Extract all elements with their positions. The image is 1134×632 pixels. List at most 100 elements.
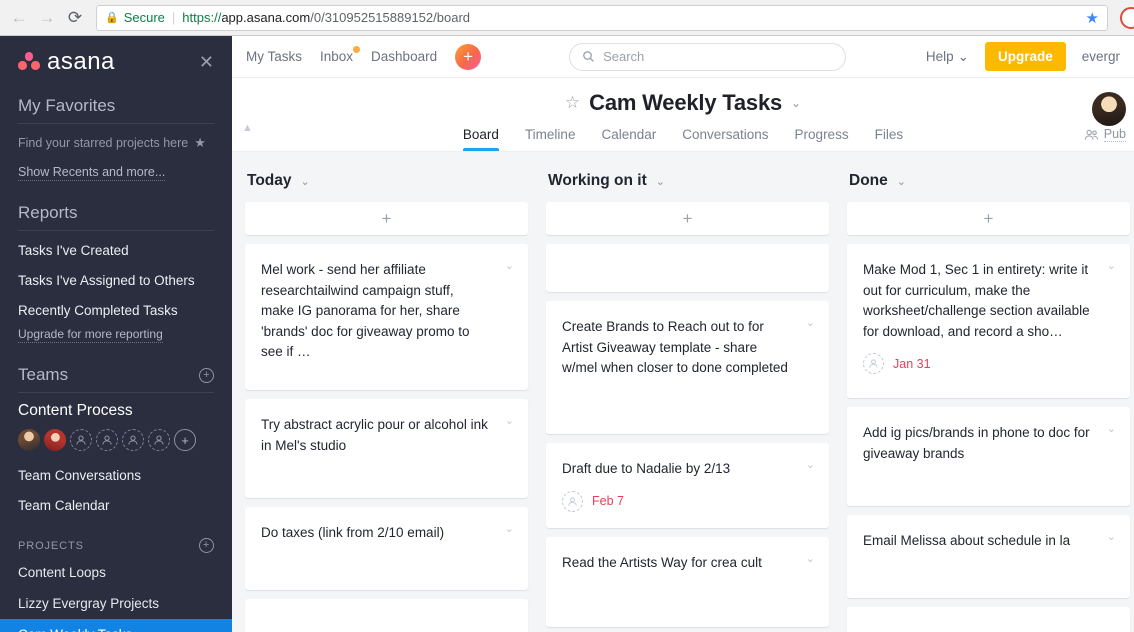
- asana-wordmark: asana: [47, 48, 115, 75]
- task-card[interactable]: Make Mod 1, Sec 1 in entirety: write it …: [847, 244, 1130, 398]
- avatar-placeholder[interactable]: [148, 429, 170, 451]
- plus-icon[interactable]: +: [199, 538, 214, 553]
- chevron-down-icon[interactable]: ⌄: [505, 261, 514, 272]
- avatar[interactable]: [18, 429, 40, 451]
- sidebar-header: asana ✕: [18, 40, 214, 84]
- sidebar-item-content-loops[interactable]: Content Loops: [0, 557, 232, 588]
- sidebar-item-lizzy-evergray-projects[interactable]: Lizzy Evergray Projects: [0, 588, 232, 619]
- assignee-avatar-placeholder[interactable]: [863, 353, 884, 374]
- task-title: Make Mod 1, Sec 1 in entirety: write it …: [863, 262, 1090, 339]
- url-host: app.asana.com: [221, 10, 311, 25]
- star-outline-icon[interactable]: ☆: [565, 93, 580, 113]
- add-task-button[interactable]: +: [847, 202, 1130, 235]
- chevron-down-icon[interactable]: ⌄: [1107, 261, 1116, 272]
- task-card[interactable]: Email Melissa about schedule in la ⌄: [847, 515, 1130, 598]
- projects-heading: PROJECTS +: [18, 538, 214, 557]
- sidebar-item-team-conversations[interactable]: Team Conversations: [18, 460, 214, 490]
- chevron-down-icon[interactable]: ⌄: [1107, 532, 1116, 543]
- task-card[interactable]: Do taxes (link from 2/10 email) ⌄: [245, 507, 528, 590]
- avatar[interactable]: [44, 429, 66, 451]
- board-column: Working on it ⌄ + Create Brands to Reach ou…: [546, 172, 829, 632]
- column-title: Done: [849, 172, 888, 189]
- favorites-hint: Find your starred projects here ★: [18, 135, 214, 151]
- tab-timeline[interactable]: Timeline: [525, 127, 576, 151]
- favorites-hint-label: Find your starred projects here: [18, 136, 189, 150]
- chevron-down-icon[interactable]: ⌄: [301, 175, 310, 188]
- sidebar-item-cam-weekly-tasks[interactable]: Cam Weekly Tasks ···: [0, 619, 232, 632]
- task-card[interactable]: Create Brands to Reach out to for Artist…: [546, 301, 829, 434]
- avatar-placeholder[interactable]: [122, 429, 144, 451]
- task-card[interactable]: [245, 599, 528, 632]
- project-label: Cam Weekly Tasks: [18, 627, 132, 632]
- quick-add-plus-icon[interactable]: +: [455, 43, 482, 70]
- chevron-down-icon[interactable]: ⌄: [505, 524, 514, 535]
- project-overflow-icon[interactable]: ···: [198, 627, 214, 632]
- upgrade-button[interactable]: Upgrade: [984, 42, 1066, 71]
- task-card[interactable]: Read the Artists Way for crea cult ⌄: [546, 536, 829, 627]
- tab-calendar[interactable]: Calendar: [601, 127, 656, 151]
- assignee-avatar-placeholder[interactable]: [562, 490, 583, 512]
- nav-my-tasks[interactable]: My Tasks: [246, 49, 302, 64]
- nav-inbox[interactable]: Inbox: [320, 46, 361, 64]
- due-date-badge[interactable]: Feb 7: [592, 494, 624, 508]
- due-date-badge[interactable]: Jan 31: [893, 357, 931, 371]
- reload-icon[interactable]: ⟳: [62, 5, 88, 31]
- chevron-down-icon[interactable]: ⌄: [791, 96, 801, 110]
- chevron-down-icon[interactable]: ⌄: [1107, 424, 1116, 435]
- tab-conversations[interactable]: Conversations: [682, 127, 768, 151]
- tab-progress[interactable]: Progress: [795, 127, 849, 151]
- task-title: Create Brands to Reach out to for Artist…: [562, 319, 788, 375]
- project-label: Lizzy Evergray Projects: [18, 596, 160, 611]
- task-card[interactable]: Add ig pics/brands in phone to doc for g…: [847, 407, 1130, 506]
- sidebar-item-tasks-assigned[interactable]: Tasks I've Assigned to Others: [18, 265, 214, 295]
- plus-icon[interactable]: +: [199, 367, 214, 383]
- omnibox-divider: |: [171, 10, 176, 25]
- tab-board[interactable]: Board: [462, 127, 499, 151]
- lock-icon: 🔒: [105, 12, 119, 24]
- address-bar[interactable]: 🔒 Secure | https://app.asana.com/0/31095…: [96, 4, 1108, 31]
- avatar-placeholder[interactable]: [96, 429, 118, 451]
- search-bar[interactable]: [569, 42, 847, 71]
- task-meta: Feb 7: [562, 490, 812, 512]
- close-icon[interactable]: ✕: [199, 53, 214, 71]
- help-menu[interactable]: Help ⌄: [926, 49, 969, 65]
- user-menu[interactable]: evergr: [1082, 49, 1120, 64]
- board-columns: Today ⌄ + Mel work - send her affiliate res…: [232, 152, 1134, 632]
- task-card[interactable]: [546, 244, 829, 292]
- people-icon: [1084, 129, 1098, 140]
- add-task-button[interactable]: +: [546, 202, 829, 235]
- task-card[interactable]: Try abstract acrylic pour or alcohol ink…: [245, 399, 528, 498]
- search-input[interactable]: [603, 49, 834, 64]
- avatar[interactable]: [1092, 92, 1126, 126]
- add-member-plus-icon[interactable]: +: [174, 429, 196, 451]
- sidebar-item-recently-completed[interactable]: Recently Completed Tasks: [18, 295, 214, 325]
- chevron-down-icon[interactable]: ⌄: [656, 175, 665, 188]
- team-name[interactable]: Content Process: [18, 393, 214, 424]
- chevron-down-icon[interactable]: ⌄: [505, 416, 514, 427]
- task-card[interactable]: Draft due to Nadalie by 2/13 ⌄ Feb 7: [546, 443, 829, 528]
- chevron-down-icon[interactable]: ⌄: [806, 553, 815, 565]
- secure-label: Secure: [123, 10, 165, 25]
- chevron-down-icon[interactable]: ⌄: [806, 460, 815, 471]
- nav-dashboard[interactable]: Dashboard: [371, 49, 437, 64]
- bookmark-star-icon[interactable]: ★: [1086, 9, 1099, 27]
- task-title: Draft due to Nadalie by 2/13: [562, 461, 731, 476]
- sidebar-item-tasks-created[interactable]: Tasks I've Created: [18, 235, 214, 265]
- task-card[interactable]: Mel work - send her affiliate researchta…: [245, 244, 528, 390]
- sidebar: asana ✕ My Favorites Find your starred p…: [0, 36, 232, 632]
- forward-arrow-icon[interactable]: →: [34, 5, 60, 31]
- browser-profile-avatar[interactable]: [1120, 6, 1134, 29]
- project-privacy-control[interactable]: Pub: [1084, 127, 1126, 142]
- tab-files[interactable]: Files: [875, 127, 904, 151]
- upgrade-reporting-link[interactable]: Upgrade for more reporting: [18, 327, 163, 343]
- task-card[interactable]: [847, 607, 1130, 632]
- chevron-down-icon[interactable]: ⌄: [897, 175, 906, 188]
- teams-heading: Teams +: [18, 365, 214, 393]
- show-recents-link[interactable]: Show Recents and more...: [18, 165, 166, 181]
- back-arrow-icon[interactable]: ←: [6, 5, 32, 31]
- avatar-placeholder[interactable]: [70, 429, 92, 451]
- chevron-down-icon[interactable]: ⌄: [806, 318, 815, 329]
- add-task-button[interactable]: +: [245, 202, 528, 235]
- task-title: Read the Artists Way for crea cult: [562, 554, 762, 570]
- sidebar-item-team-calendar[interactable]: Team Calendar: [18, 490, 214, 520]
